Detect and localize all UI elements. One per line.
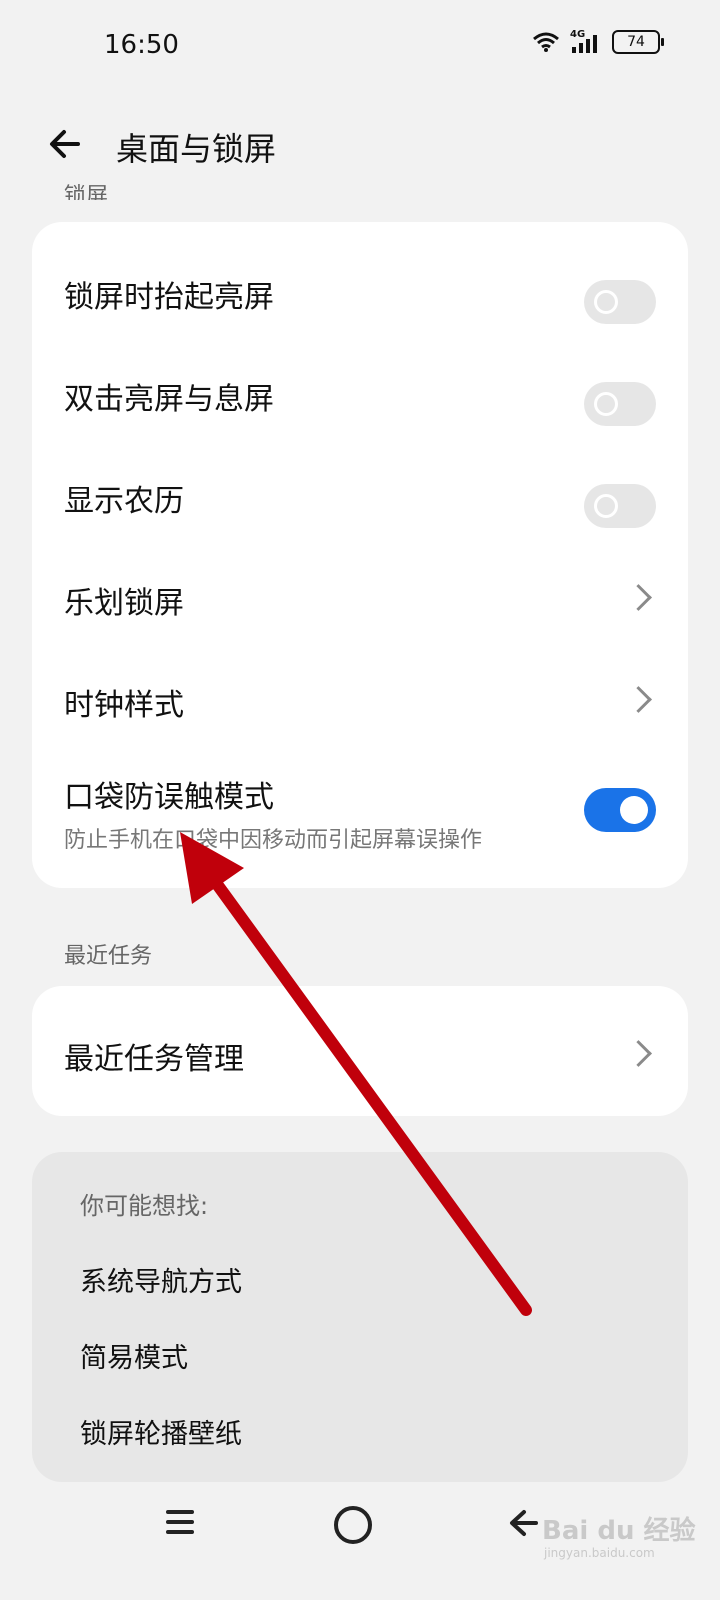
row-pocket-mode[interactable]: 口袋防误触模式 防止手机在口袋中因移动而引起屏幕误操作	[32, 746, 688, 876]
network-type: 4G	[570, 29, 586, 40]
wifi-icon	[533, 32, 559, 52]
chevron-right-icon	[625, 584, 652, 611]
suggestions-card: 你可能想找: 系统导航方式 简易模式 锁屏轮播壁纸	[32, 1152, 688, 1482]
watermark-url: jingyan.baidu.com	[544, 1546, 655, 1560]
row-label: 显示农历	[64, 484, 184, 519]
back-arrow-icon[interactable]	[44, 122, 88, 166]
home-icon[interactable]	[334, 1506, 372, 1544]
row-label: 时钟样式	[64, 688, 184, 723]
suggestion-item[interactable]: 锁屏轮播壁纸	[80, 1412, 242, 1451]
toggle-pocket-mode[interactable]	[584, 788, 656, 832]
page-title: 桌面与锁屏	[116, 130, 277, 168]
battery-icon: 74	[612, 30, 664, 54]
battery-level: 74	[627, 34, 645, 50]
section-label-lock: 锁屏	[64, 184, 109, 200]
row-recent-tasks-manage[interactable]: 最近任务管理	[32, 998, 688, 1102]
toggle-double-tap[interactable]	[584, 382, 656, 426]
status-icons: 4G 74	[532, 29, 664, 54]
row-label: 乐划锁屏	[64, 586, 184, 621]
suggestion-item[interactable]: 系统导航方式	[80, 1260, 242, 1299]
signal-icon: 4G	[570, 29, 602, 53]
row-lift-to-wake[interactable]: 锁屏时抬起亮屏	[32, 236, 688, 340]
status-bar: 16:50 4G 74	[0, 0, 720, 92]
row-label: 最近任务管理	[64, 1042, 244, 1077]
row-lunar-calendar[interactable]: 显示农历	[32, 440, 688, 544]
back-icon[interactable]	[506, 1506, 540, 1540]
row-label: 锁屏时抬起亮屏	[64, 280, 274, 315]
row-label: 口袋防误触模式	[64, 780, 274, 815]
recent-tasks-card: 最近任务管理	[32, 986, 688, 1116]
row-clock-style[interactable]: 时钟样式	[32, 644, 688, 748]
row-double-tap[interactable]: 双击亮屏与息屏	[32, 338, 688, 442]
row-label: 双击亮屏与息屏	[64, 382, 274, 417]
suggestion-item[interactable]: 简易模式	[80, 1336, 188, 1375]
header: 桌面与锁屏	[0, 112, 720, 176]
toggle-lunar-calendar[interactable]	[584, 484, 656, 528]
lock-settings-card: 锁屏时抬起亮屏 双击亮屏与息屏 显示农历 乐划锁屏 时钟样式 口袋防误触模式 防…	[32, 222, 688, 888]
section-label-recent-tasks: 最近任务	[64, 944, 153, 969]
toggle-lift-to-wake[interactable]	[584, 280, 656, 324]
watermark-logo: Bai du 经验	[542, 1516, 696, 1546]
status-time: 16:50	[104, 30, 179, 60]
menu-icon[interactable]	[166, 1510, 194, 1534]
chevron-right-icon	[625, 686, 652, 713]
row-lehua-lock[interactable]: 乐划锁屏	[32, 542, 688, 646]
suggestions-title: 你可能想找:	[80, 1192, 209, 1220]
row-subtitle: 防止手机在口袋中因移动而引起屏幕误操作	[64, 828, 483, 853]
chevron-right-icon	[625, 1040, 652, 1067]
